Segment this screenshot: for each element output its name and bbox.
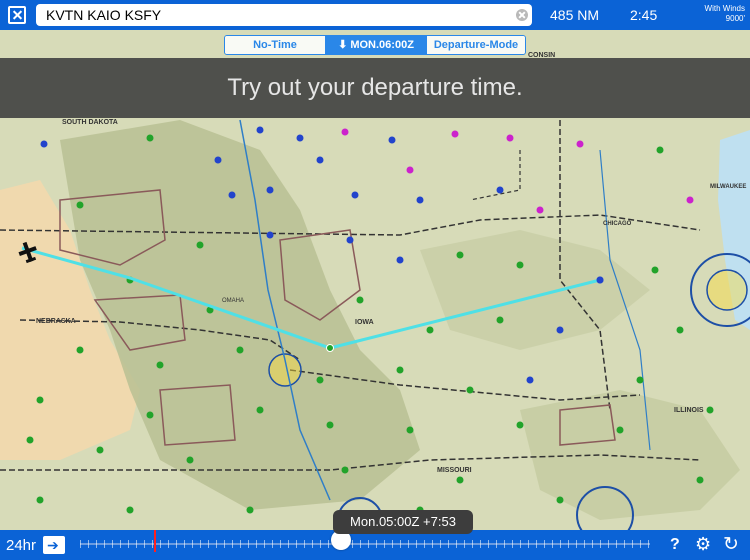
close-icon[interactable] (8, 6, 26, 24)
label-nebraska: NEBRASKA (36, 318, 76, 325)
winds-altitude: 9000' (725, 14, 745, 23)
time-tooltip: Mon.05:00Z +7:53 (333, 510, 473, 534)
label-omaha: OMAHA (222, 298, 244, 304)
hint-banner: Try out your departure time. (0, 58, 750, 118)
label-missouri: MISSOURI (437, 467, 472, 474)
time-range-button[interactable]: 24hr (6, 537, 36, 554)
route-input[interactable] (36, 4, 532, 26)
help-button[interactable]: ? (670, 536, 680, 554)
refresh-icon[interactable]: ↻ (723, 533, 739, 556)
time-slider[interactable] (80, 540, 650, 548)
label-chicago: CHICAGO (603, 221, 632, 227)
distance-readout: 485 NM (550, 7, 600, 23)
route-waypoint-ksfy (596, 276, 604, 284)
slider-ticks (80, 540, 650, 548)
tab-departure-mode[interactable]: Departure-Mode (426, 36, 525, 54)
current-time-marker (154, 530, 156, 552)
clear-input-icon[interactable] (516, 9, 528, 21)
route-waypoint-kaio (326, 344, 334, 352)
time-mode-segmented-control: No-Time ⬇ MON.06:00Z Departure-Mode (224, 35, 526, 55)
winds-line1: With Winds (704, 4, 745, 13)
tab-no-time[interactable]: No-Time (225, 36, 325, 54)
gear-icon[interactable]: ⚙ (695, 534, 711, 555)
label-illinois: ILLINOIS (674, 407, 704, 414)
label-milwaukee: MILWAUKEE (710, 184, 746, 190)
label-iowa: IOWA (355, 319, 374, 326)
forward-arrow-icon[interactable] (43, 536, 65, 554)
label-south-dakota: SOUTH DAKOTA (62, 119, 118, 126)
ete-readout: 2:45 (630, 7, 658, 23)
winds-label: With Winds 9000' (693, 4, 745, 24)
top-toolbar: 485 NM 2:45 With Winds 9000' (0, 0, 750, 30)
tab-time-selected[interactable]: ⬇ MON.06:00Z (325, 36, 426, 54)
chicago-city (706, 269, 748, 311)
